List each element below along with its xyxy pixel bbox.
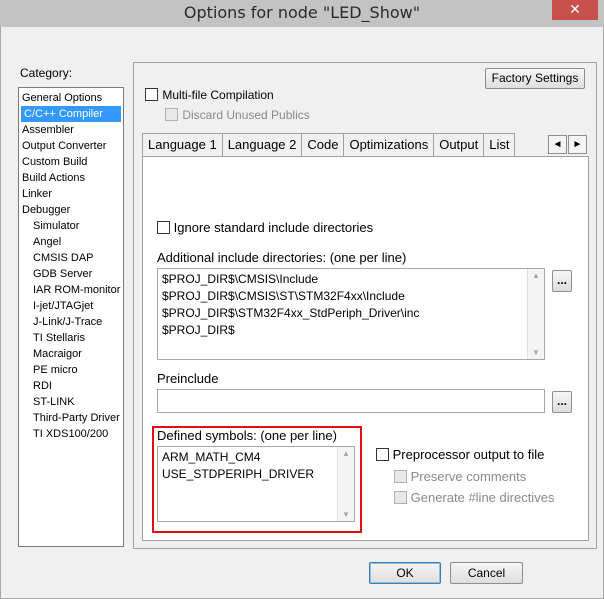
category-item[interactable]: TI Stellaris: [19, 330, 123, 346]
discard-unused-label: Discard Unused Publics: [182, 108, 310, 122]
factory-settings-button[interactable]: Factory Settings: [485, 68, 585, 89]
discard-unused-checkbox: [165, 108, 178, 121]
tab-output[interactable]: Output: [433, 133, 485, 156]
tab-scroll-right[interactable]: ►: [568, 135, 587, 154]
window-title: Options for node "LED_Show": [183, 3, 421, 22]
include-dir-line: $PROJ_DIR$\STM32F4xx_StdPeriph_Driver\in…: [162, 306, 420, 320]
category-item[interactable]: ST-LINK: [19, 394, 123, 410]
title-bar: Options for node "LED_Show" ✕: [0, 0, 604, 27]
category-item[interactable]: PE micro: [19, 362, 123, 378]
tab-list[interactable]: List: [483, 133, 516, 156]
category-item[interactable]: Linker: [19, 186, 123, 202]
category-item[interactable]: Build Actions: [19, 170, 123, 186]
arrow-left-icon: ◄: [552, 139, 563, 150]
include-dir-line: $PROJ_DIR$\CMSIS\Include: [162, 272, 319, 286]
multi-file-row[interactable]: Multi-file Compilation: [145, 88, 274, 102]
defined-symbols-highlight: [152, 426, 362, 533]
close-icon: ✕: [569, 1, 581, 17]
category-item[interactable]: I-jet/JTAGjet: [19, 298, 123, 314]
pp-output-row[interactable]: Preprocessor output to file: [376, 447, 544, 462]
ignore-std-label: Ignore standard include directories: [173, 220, 374, 235]
category-list[interactable]: General Options C/C++ Compiler Assembler Ou…: [18, 87, 124, 547]
pp-output-label: Preprocessor output to file: [392, 447, 545, 462]
tab-language-2[interactable]: Language 2: [221, 133, 303, 156]
category-item[interactable]: General Options: [19, 90, 123, 106]
category-label: Category:: [20, 66, 73, 80]
category-item[interactable]: J-Link/J-Trace: [19, 314, 123, 330]
category-item[interactable]: RDI: [19, 378, 123, 394]
arrow-right-icon: ►: [572, 139, 583, 150]
category-item[interactable]: TI XDS100/200: [19, 426, 123, 442]
scroll-down-icon: ▼: [532, 348, 540, 357]
category-item[interactable]: Third-Party Driver: [19, 410, 123, 426]
include-dirs-browse-button[interactable]: ...: [552, 270, 572, 292]
include-dir-line: $PROJ_DIR$: [162, 323, 235, 337]
pp-output-checkbox[interactable]: [376, 448, 389, 461]
include-dir-line: $PROJ_DIR$\CMSIS\ST\STM32F4xx\Include: [162, 289, 405, 303]
category-item[interactable]: Custom Build: [19, 154, 123, 170]
category-item[interactable]: Assembler: [19, 122, 123, 138]
include-dirs-lines: $PROJ_DIR$\CMSIS\Include $PROJ_DIR$\CMSIS…: [158, 271, 544, 339]
close-button[interactable]: ✕: [552, 0, 598, 20]
generate-line-label: Generate #line directives: [410, 490, 555, 505]
generate-line-row: Generate #line directives: [394, 490, 554, 505]
tab-code[interactable]: Code: [301, 133, 345, 156]
include-dirs-scrollbar[interactable]: ▲ ▼: [527, 269, 544, 359]
multi-file-label: Multi-file Compilation: [162, 88, 274, 102]
ignore-std-row[interactable]: Ignore standard include directories: [157, 220, 373, 235]
tab-optimizations[interactable]: Optimizations: [343, 133, 435, 156]
tab-bar: Language 1 Language 2 Code Optimizations Out…: [142, 133, 516, 157]
discard-unused-row: Discard Unused Publics: [165, 108, 310, 122]
ok-button[interactable]: OK: [369, 562, 441, 584]
preserve-comments-checkbox: [394, 470, 407, 483]
category-item[interactable]: IAR ROM-monitor: [19, 282, 123, 298]
tab-scroll-left[interactable]: ◄: [548, 135, 567, 154]
include-dirs-textarea[interactable]: $PROJ_DIR$\CMSIS\Include $PROJ_DIR$\CMSIS…: [157, 268, 545, 360]
category-item[interactable]: GDB Server: [19, 266, 123, 282]
preinclude-browse-button[interactable]: ...: [552, 391, 572, 413]
ignore-std-checkbox[interactable]: [157, 221, 170, 234]
category-item[interactable]: Simulator: [19, 218, 123, 234]
category-item[interactable]: C/C++ Compiler: [21, 106, 121, 122]
category-item[interactable]: CMSIS DAP: [19, 250, 123, 266]
generate-line-checkbox: [394, 491, 407, 504]
category-item[interactable]: Output Converter: [19, 138, 123, 154]
preserve-comments-label: Preserve comments: [410, 469, 527, 484]
category-item[interactable]: Debugger: [19, 202, 123, 218]
additional-include-label: Additional include directories: (one per…: [157, 250, 407, 265]
preinclude-input[interactable]: [157, 389, 545, 413]
cancel-button[interactable]: Cancel: [450, 562, 523, 584]
category-item[interactable]: Macraigor: [19, 346, 123, 362]
preinclude-label: Preinclude: [157, 371, 219, 386]
scroll-up-icon: ▲: [532, 271, 540, 280]
tab-language-1[interactable]: Language 1: [142, 133, 223, 156]
multi-file-checkbox[interactable]: [145, 88, 158, 101]
preserve-comments-row: Preserve comments: [394, 469, 526, 484]
category-item[interactable]: Angel: [19, 234, 123, 250]
